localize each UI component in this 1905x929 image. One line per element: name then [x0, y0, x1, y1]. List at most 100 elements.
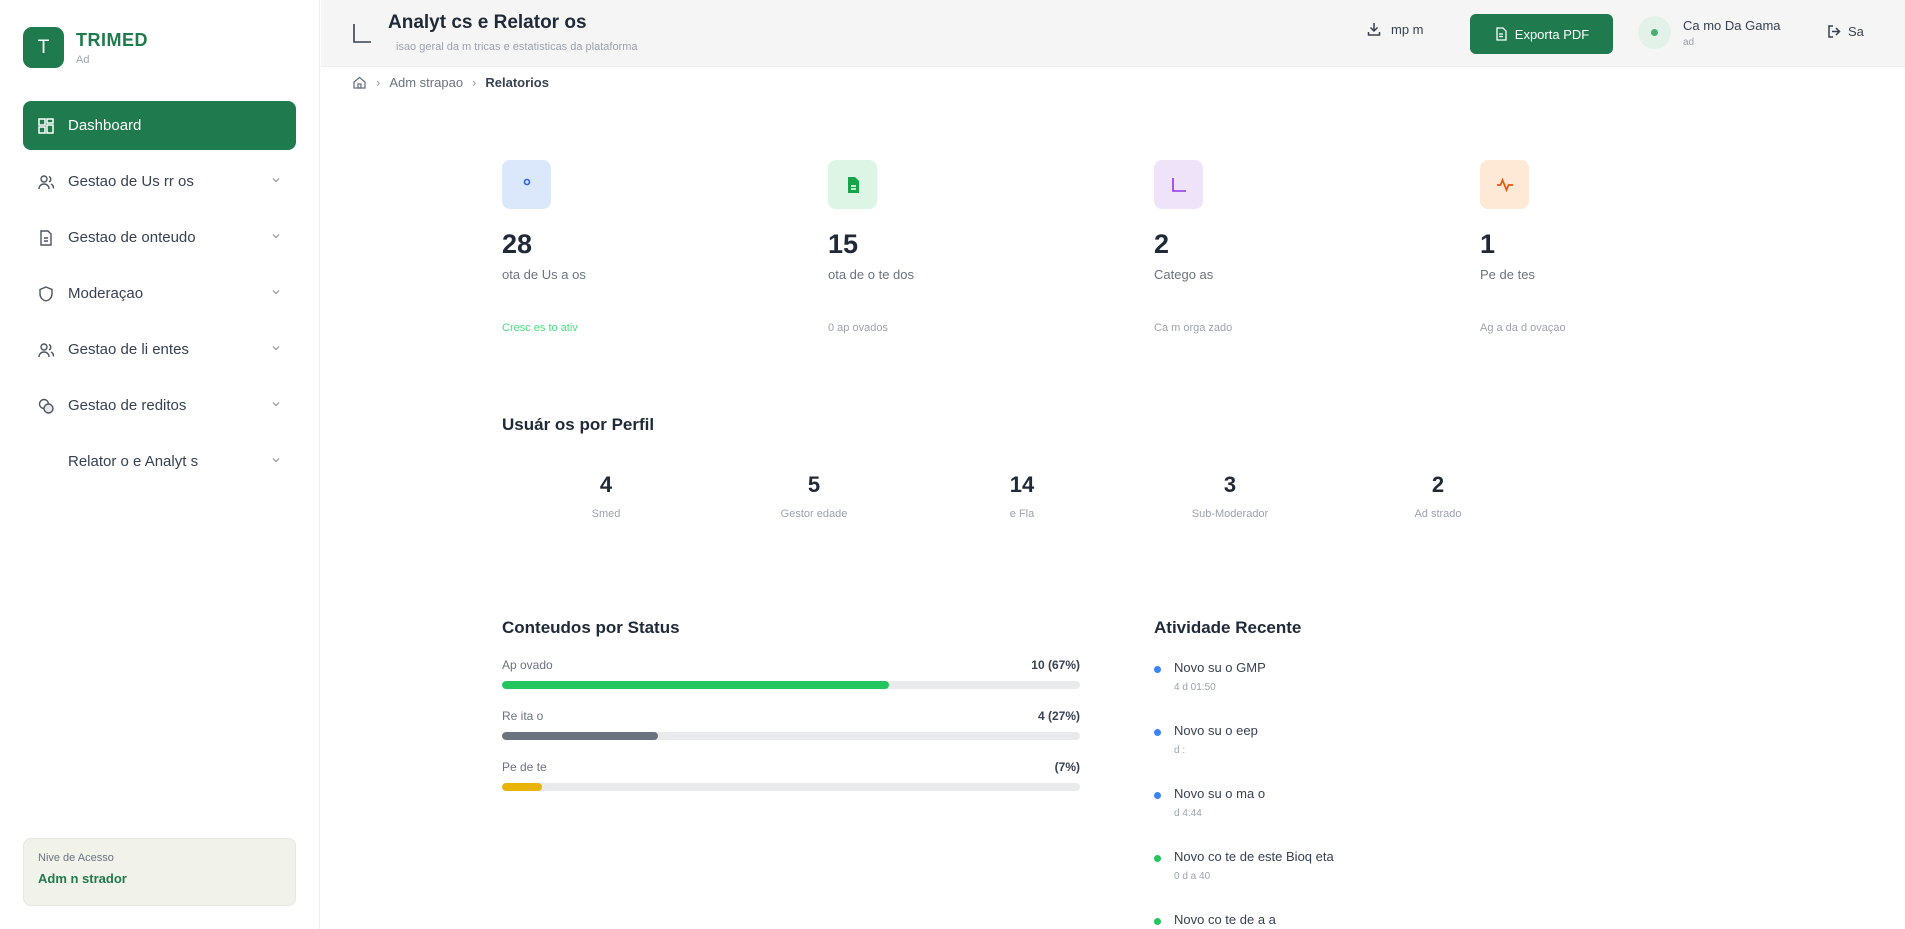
category-icon [1154, 160, 1203, 209]
profile-value: 14 [1009, 472, 1035, 497]
activity-section-title: Atividade Recente [1154, 618, 1302, 637]
logout-button[interactable]: Sa [1827, 24, 1864, 39]
status-count: (7%) [1054, 760, 1080, 774]
activity-item: Novo su o GMP 4 d 01:50 [1154, 660, 1454, 723]
status-count: 10 (67%) [1031, 658, 1080, 672]
stat-footnote: Cresc es to ativ [502, 322, 578, 334]
stat-value: 1 [1480, 229, 1496, 259]
profile-label: Gestor edade [780, 508, 848, 520]
status-label: Re ita o [502, 709, 544, 723]
brand-logo: T [23, 27, 64, 68]
stat-card-pending: 1 Pe de tes Ag a da d ovaçao [1480, 160, 1780, 334]
activity-time: d 4:44 [1174, 808, 1202, 819]
coins-icon [37, 397, 55, 415]
access-level-value: Adm n strador [38, 871, 127, 886]
stat-footnote: Ag a da d ovaçao [1480, 322, 1566, 334]
stat-value: 2 [1154, 229, 1170, 259]
activity-item: Novo su o ma o d 4:44 [1154, 786, 1454, 849]
status-label: Pe de te [502, 760, 547, 774]
profile-stat: 5 Gestor edade [710, 472, 918, 520]
activity-icon [1480, 160, 1529, 209]
sidebar-item-credits[interactable]: Gestao de reditos [23, 381, 296, 430]
brand-name: TRIMED [76, 29, 148, 50]
stat-card-categories: 2 Catego as Ca m orga zado [1154, 160, 1454, 334]
import-label: mp m [1391, 21, 1424, 37]
progress-fill [502, 783, 543, 791]
profile-stat: 14 e Fla [918, 472, 1126, 520]
profile-label: Ad strado [1414, 508, 1462, 520]
top-header: Analyt cs e Relator os isao geral da m t… [321, 0, 1905, 67]
users-icon [502, 160, 551, 209]
breadcrumb-section[interactable]: Adm strapao [389, 75, 463, 90]
download-icon [1367, 23, 1381, 36]
brand-text: TRIMED Ad [76, 30, 148, 66]
sidebar-item-label: Gestao de reditos [68, 397, 187, 414]
activity-dot [1154, 855, 1161, 862]
user-role: ad [1683, 36, 1695, 48]
chevron-down-icon [272, 290, 280, 295]
file-icon [828, 160, 877, 209]
activity-title: Novo co te de este Bioq eta [1174, 849, 1334, 864]
stat-card-users: 28 ota de Us a os Cresc es to ativ [502, 160, 802, 334]
logout-label: Sa [1848, 24, 1864, 39]
sidebar-item-content[interactable]: Gestao de onteudo [23, 213, 296, 262]
import-button[interactable]: mp m [1366, 21, 1424, 37]
access-level-box: Nive de Acesso Adm n strador [23, 838, 296, 906]
sidebar: T TRIMED Ad Dashboard Gestao de Us rr os… [0, 0, 320, 929]
avatar [1638, 16, 1671, 49]
profile-label: Sub-Moderador [1191, 508, 1269, 520]
sidebar-item-label: Moderaçao [68, 285, 144, 302]
status-row: Ap ovado 10 (67%) [502, 658, 1080, 689]
activity-title: Novo su o eep [1174, 723, 1258, 738]
progress-track [502, 732, 1080, 740]
sidebar-item-label: Relator o e Analyt s [68, 453, 199, 470]
file-icon [1496, 27, 1507, 41]
status-list: Ap ovado 10 (67%) Re ita o 4 (27%) Pe de… [502, 658, 1080, 811]
sidebar-item-users[interactable]: Gestao de Us rr os [23, 157, 296, 206]
sidebar-nav: Dashboard Gestao de Us rr os Gestao de o… [23, 101, 296, 493]
sidebar-item-moderation[interactable]: Moderaçao [23, 269, 296, 318]
chevron-down-icon [272, 346, 280, 351]
activity-item: Novo su o eep d : [1154, 723, 1454, 786]
logout-icon [1828, 25, 1841, 38]
status-row: Re ita o 4 (27%) [502, 709, 1080, 740]
chevron-down-icon [272, 458, 280, 463]
stat-value: 28 [502, 229, 533, 259]
chevron-down-icon [272, 178, 280, 183]
dashboard-icon [37, 117, 55, 135]
profile-stat: 3 Sub-Moderador [1126, 472, 1334, 520]
stat-label: ota de o te dos [828, 267, 915, 282]
chevron-right-icon: › [472, 75, 477, 90]
home-icon[interactable] [352, 75, 367, 90]
access-level-label: Nive de Acesso [38, 852, 114, 864]
brand-subtitle: Ad [76, 53, 90, 66]
activity-title: Novo su o GMP [1174, 660, 1266, 675]
stat-label: Pe de tes [1480, 267, 1535, 282]
breadcrumb-current: Relatorios [485, 75, 549, 90]
profile-value: 4 [599, 472, 613, 497]
activity-dot [1154, 666, 1161, 673]
chevron-down-icon [272, 234, 280, 239]
document-icon [37, 229, 55, 247]
activity-title: Novo co te de a a [1174, 912, 1276, 927]
export-pdf-button[interactable]: Exporta PDF [1470, 14, 1613, 54]
profiles-row: 4 Smed 5 Gestor edade 14 e Fla 3 Sub-Mod… [502, 472, 1542, 520]
sidebar-toggle-icon[interactable] [351, 22, 373, 44]
page-subtitle: isao geral da m tricas e estatisticas da… [396, 41, 638, 53]
profile-value: 3 [1223, 472, 1237, 497]
sidebar-item-clients[interactable]: Gestao de li entes [23, 325, 296, 374]
chevron-down-icon [272, 402, 280, 407]
sidebar-item-dashboard[interactable]: Dashboard [23, 101, 296, 150]
user-menu[interactable]: Ca mo Da Gama ad [1638, 16, 1781, 49]
brand[interactable]: T TRIMED Ad [23, 27, 148, 68]
user-name: Ca mo Da Gama [1683, 17, 1781, 33]
profile-value: 5 [807, 472, 821, 497]
sidebar-item-label: Gestao de onteudo [68, 229, 196, 246]
stat-label: Catego as [1154, 267, 1214, 282]
breadcrumb: › Adm strapao › Relatorios [352, 75, 549, 90]
progress-fill [502, 732, 659, 740]
sidebar-item-reports[interactable]: Relator o e Analyt s [23, 437, 296, 486]
chevron-right-icon: › [376, 75, 381, 90]
activity-item: Novo co te de a a [1154, 912, 1454, 929]
stat-card-content: 15 ota de o te dos 0 ap ovados [828, 160, 1128, 334]
